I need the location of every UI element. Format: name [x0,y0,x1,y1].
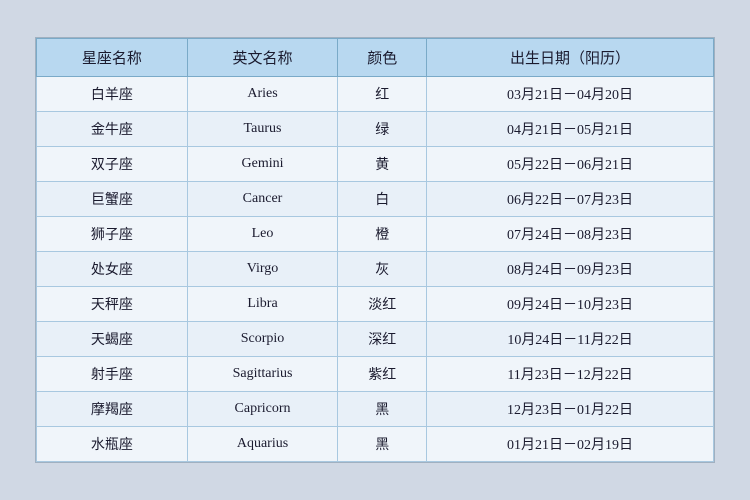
table-row: 水瓶座Aquarius黑01月21日－02月19日 [37,427,714,462]
zodiac-table-container: 星座名称英文名称颜色出生日期（阳历） 白羊座Aries红03月21日－04月20… [35,37,715,463]
table-cell-9-2: 黑 [338,392,427,427]
table-cell-0-2: 红 [338,77,427,112]
table-cell-10-0: 水瓶座 [37,427,188,462]
table-cell-4-0: 狮子座 [37,217,188,252]
table-cell-1-1: Taurus [187,112,338,147]
table-body: 白羊座Aries红03月21日－04月20日金牛座Taurus绿04月21日－0… [37,77,714,462]
table-cell-3-3: 06月22日－07月23日 [427,182,714,217]
table-cell-5-0: 处女座 [37,252,188,287]
table-cell-5-1: Virgo [187,252,338,287]
table-row: 白羊座Aries红03月21日－04月20日 [37,77,714,112]
table-row: 处女座Virgo灰08月24日－09月23日 [37,252,714,287]
table-cell-1-2: 绿 [338,112,427,147]
table-cell-2-0: 双子座 [37,147,188,182]
table-row: 双子座Gemini黄05月22日－06月21日 [37,147,714,182]
table-row: 射手座Sagittarius紫红11月23日－12月22日 [37,357,714,392]
table-row: 金牛座Taurus绿04月21日－05月21日 [37,112,714,147]
table-cell-10-2: 黑 [338,427,427,462]
table-header-3: 出生日期（阳历） [427,39,714,77]
table-header-2: 颜色 [338,39,427,77]
table-cell-7-3: 10月24日－11月22日 [427,322,714,357]
table-cell-0-3: 03月21日－04月20日 [427,77,714,112]
table-cell-6-0: 天秤座 [37,287,188,322]
table-cell-6-1: Libra [187,287,338,322]
table-cell-9-1: Capricorn [187,392,338,427]
table-cell-3-1: Cancer [187,182,338,217]
table-cell-0-0: 白羊座 [37,77,188,112]
table-row: 狮子座Leo橙07月24日－08月23日 [37,217,714,252]
table-row: 摩羯座Capricorn黑12月23日－01月22日 [37,392,714,427]
table-row: 巨蟹座Cancer白06月22日－07月23日 [37,182,714,217]
table-cell-4-1: Leo [187,217,338,252]
table-header-1: 英文名称 [187,39,338,77]
table-cell-3-0: 巨蟹座 [37,182,188,217]
table-cell-2-2: 黄 [338,147,427,182]
table-cell-2-3: 05月22日－06月21日 [427,147,714,182]
table-cell-8-1: Sagittarius [187,357,338,392]
table-cell-5-3: 08月24日－09月23日 [427,252,714,287]
table-cell-0-1: Aries [187,77,338,112]
table-cell-5-2: 灰 [338,252,427,287]
table-cell-10-3: 01月21日－02月19日 [427,427,714,462]
table-cell-1-3: 04月21日－05月21日 [427,112,714,147]
table-row: 天秤座Libra淡红09月24日－10月23日 [37,287,714,322]
table-cell-7-0: 天蝎座 [37,322,188,357]
table-cell-1-0: 金牛座 [37,112,188,147]
table-cell-4-3: 07月24日－08月23日 [427,217,714,252]
table-cell-4-2: 橙 [338,217,427,252]
table-cell-9-0: 摩羯座 [37,392,188,427]
table-cell-7-1: Scorpio [187,322,338,357]
table-header-row: 星座名称英文名称颜色出生日期（阳历） [37,39,714,77]
table-cell-7-2: 深红 [338,322,427,357]
table-cell-10-1: Aquarius [187,427,338,462]
zodiac-table: 星座名称英文名称颜色出生日期（阳历） 白羊座Aries红03月21日－04月20… [36,38,714,462]
table-cell-3-2: 白 [338,182,427,217]
table-cell-9-3: 12月23日－01月22日 [427,392,714,427]
table-header-0: 星座名称 [37,39,188,77]
table-cell-6-2: 淡红 [338,287,427,322]
table-cell-6-3: 09月24日－10月23日 [427,287,714,322]
table-cell-8-0: 射手座 [37,357,188,392]
table-cell-8-2: 紫红 [338,357,427,392]
table-cell-2-1: Gemini [187,147,338,182]
table-row: 天蝎座Scorpio深红10月24日－11月22日 [37,322,714,357]
table-cell-8-3: 11月23日－12月22日 [427,357,714,392]
